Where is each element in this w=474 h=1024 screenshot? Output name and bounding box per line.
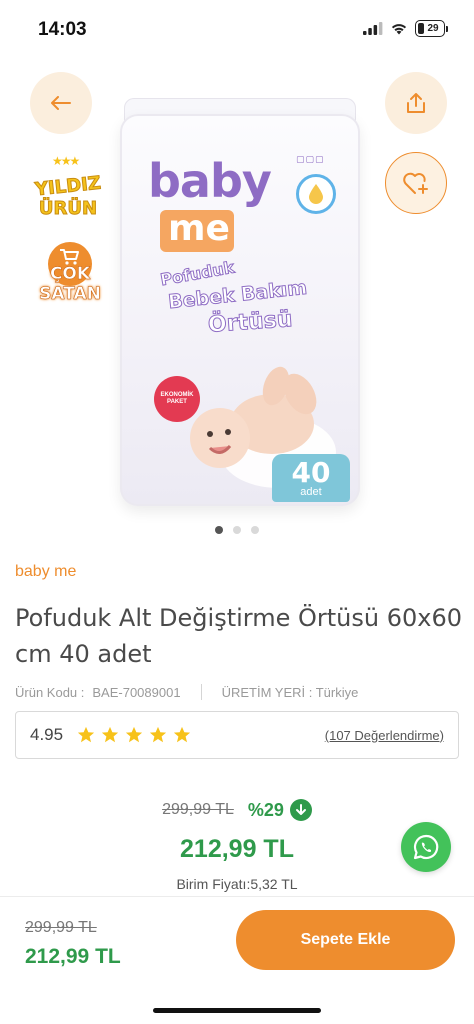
- add-to-cart-button[interactable]: Sepete Ekle: [236, 910, 455, 970]
- add-to-favorites-button[interactable]: [385, 152, 447, 214]
- rating-stars: [77, 726, 191, 744]
- star-badge-line1: YILDIZ: [34, 172, 103, 201]
- economic-pack-badge: EKONOMİK PAKET: [154, 376, 200, 422]
- package-brand-top: baby: [148, 154, 272, 208]
- gallery-dot-3[interactable]: [251, 526, 259, 534]
- badge-stars-icon: ★★★: [52, 154, 80, 168]
- price-row: 299,99 TL %29: [0, 799, 474, 821]
- best-seller-badge: ÇOK SATAN: [34, 242, 106, 312]
- status-time: 14:03: [38, 19, 87, 40]
- package-title-3: Örtüsü: [207, 307, 294, 339]
- rating-score: 4.95: [30, 725, 64, 744]
- star-badge-line2: ÜRÜN: [38, 198, 98, 220]
- bottom-current-price: 212,99 TL: [25, 945, 121, 968]
- gallery-pagination: [0, 526, 474, 534]
- product-gallery[interactable]: ▢▢▢ baby me Pofuduk Bebek Bakım Örtüsü E…: [0, 58, 474, 548]
- whatsapp-button[interactable]: [401, 822, 451, 872]
- water-drop-icon: [296, 174, 336, 214]
- back-button[interactable]: [30, 72, 92, 134]
- battery-level-text: 29: [427, 23, 439, 34]
- old-price: 299,99 TL: [162, 801, 234, 818]
- share-button[interactable]: [385, 72, 447, 134]
- product-code-label: Ürün Kodu :: [15, 684, 85, 700]
- sale-badge-line2: SATAN: [39, 284, 101, 305]
- discount-percent: %29: [247, 799, 284, 820]
- cellular-signal-icon: [363, 22, 383, 35]
- unit-price: Birim Fiyatı:5,32 TL: [176, 876, 298, 892]
- star-icon: [101, 726, 119, 743]
- package-count-unit: adet: [300, 485, 322, 498]
- gallery-dot-1[interactable]: [215, 526, 223, 534]
- product-image: ▢▢▢ baby me Pofuduk Bebek Bakım Örtüsü E…: [120, 98, 360, 522]
- gallery-dot-2[interactable]: [233, 526, 241, 534]
- arrow-left-icon: [51, 96, 71, 110]
- home-indicator[interactable]: [153, 1008, 321, 1013]
- package-count-badge: 40 adet: [272, 454, 350, 502]
- sale-badge-line1: ÇOK: [49, 264, 91, 285]
- product-meta: Ürün Kodu : BAE-70089001 ÜRETİM YERİ : T…: [15, 684, 358, 700]
- status-icons: 29: [363, 20, 448, 37]
- discount: %29: [248, 799, 312, 821]
- whatsapp-icon: [413, 834, 439, 860]
- origin-text: ÜRETİM YERİ : Türkiye: [221, 684, 359, 700]
- wifi-icon: [391, 24, 407, 35]
- battery-icon: 29: [415, 20, 445, 37]
- star-product-badge: ★★★ YILDIZ ÜRÜN: [30, 154, 106, 226]
- reviews-link[interactable]: (107 Değerlendirme): [325, 728, 444, 743]
- package-count: 40: [291, 455, 331, 489]
- star-icon: [77, 726, 95, 743]
- bottom-old-price: 299,99 TL: [25, 919, 97, 936]
- rating-summary: 4.95 (107 Değerlendirme): [15, 711, 459, 759]
- package-small-icons: ▢▢▢: [296, 154, 325, 164]
- heart-plus-icon: [403, 172, 428, 194]
- star-icon: [173, 726, 191, 743]
- status-bar: 14:03 29: [0, 0, 474, 58]
- share-icon: [407, 93, 425, 113]
- star-icon: [149, 726, 167, 743]
- product-title: Pofuduk Alt Değiştirme Örtüsü 60x60 cm 4…: [15, 604, 463, 668]
- arrow-down-badge-icon: [289, 799, 312, 821]
- brand-link[interactable]: baby me: [15, 563, 76, 581]
- package-brand-bottom: me: [168, 208, 230, 249]
- star-icon: [125, 726, 143, 743]
- bottom-purchase-bar: 299,99 TL 212,99 TL Sepete Ekle: [0, 896, 474, 1024]
- product-code-value: BAE-70089001: [92, 684, 181, 700]
